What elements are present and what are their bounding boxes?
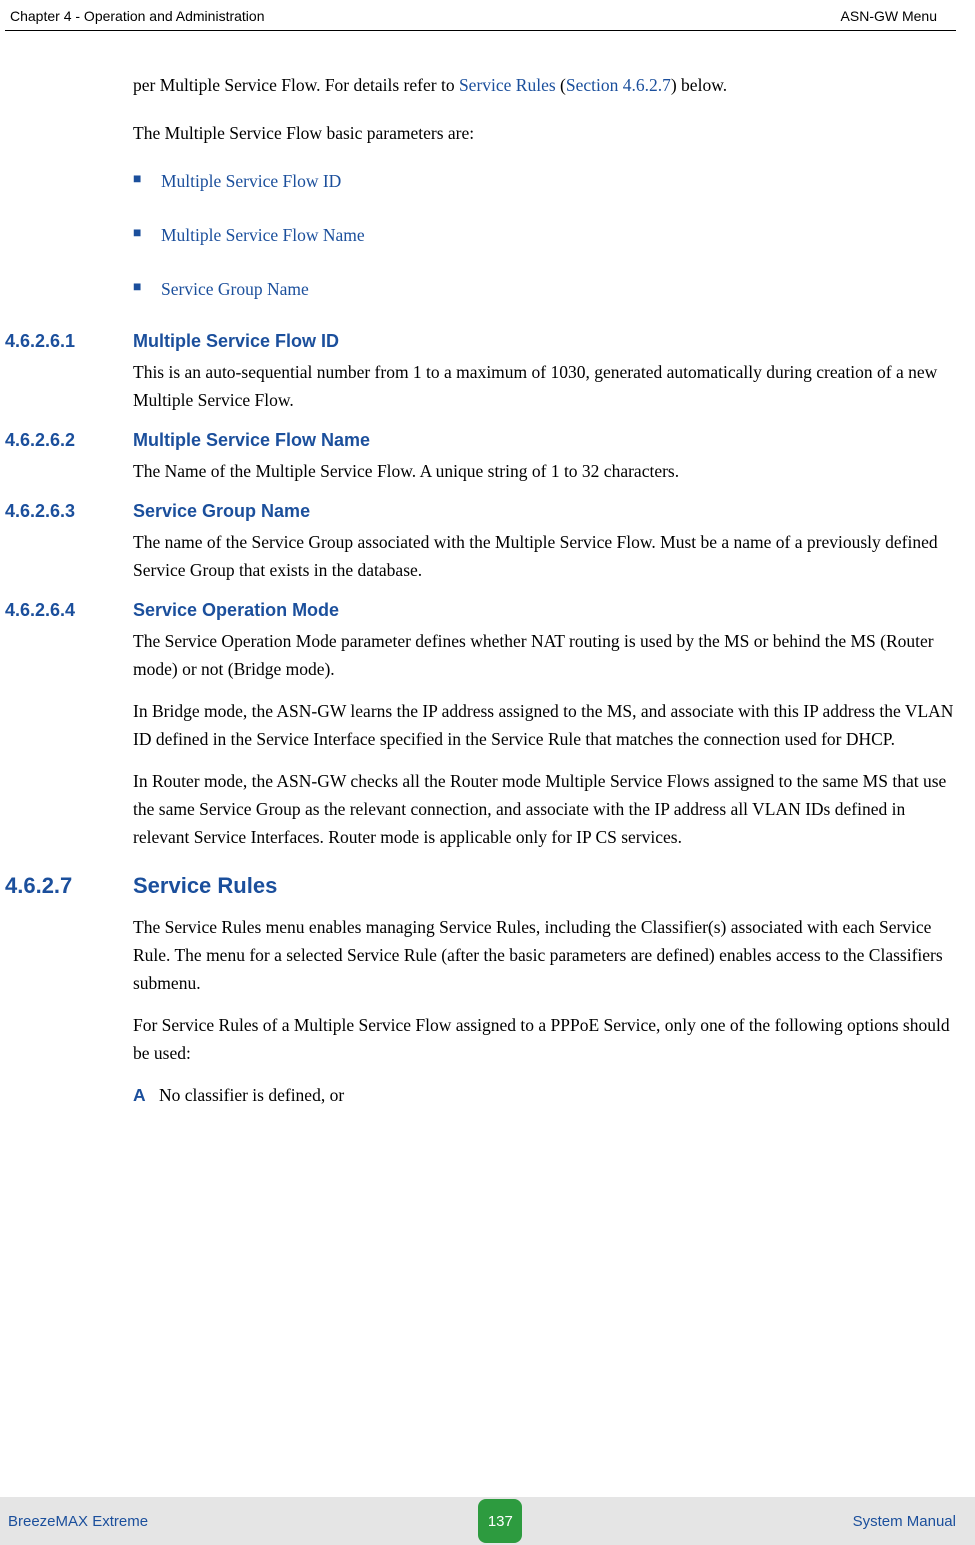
section-text: The name of the Service Group associated… [133,528,956,584]
section-text: For Service Rules of a Multiple Service … [133,1011,956,1067]
section-title: Multiple Service Flow ID [133,331,339,352]
bullet-item: Multiple Service Flow ID [133,167,956,195]
link-service-rules[interactable]: Service Rules [459,75,556,95]
bullet-item: Multiple Service Flow Name [133,221,956,249]
header-left: Chapter 4 - Operation and Administration [10,8,264,24]
section-body: This is an auto-sequential number from 1… [133,358,956,414]
section-number: 4.6.2.6.4 [5,600,133,621]
section-text: The Service Operation Mode parameter def… [133,627,956,683]
section-number: 4.6.2.6.2 [5,430,133,451]
section-title: Multiple Service Flow Name [133,430,370,451]
section-header: 4.6.2.6.3 Service Group Name [5,501,956,522]
page-number-badge: 137 [478,1499,522,1543]
section-4-6-2-6-2: 4.6.2.6.2 Multiple Service Flow Name The… [5,430,956,485]
section-text: The Service Rules menu enables managing … [133,913,956,997]
link-section-ref[interactable]: Section 4.6.2.7 [566,75,671,95]
section-text: In Router mode, the ASN-GW checks all th… [133,767,956,851]
section-header: 4.6.2.6.2 Multiple Service Flow Name [5,430,956,451]
intro-paragraph-2: The Multiple Service Flow basic paramete… [133,119,956,147]
section-title: Service Operation Mode [133,600,339,621]
section-body: The Name of the Multiple Service Flow. A… [133,457,956,485]
intro-text-mid: ( [556,75,566,95]
intro-text: per Multiple Service Flow. For details r… [133,75,459,95]
section-title: Service Group Name [133,501,310,522]
section-text: The Name of the Multiple Service Flow. A… [133,457,956,485]
section-4-6-2-7: 4.6.2.7 Service Rules The Service Rules … [5,873,956,1109]
section-4-6-2-6-1: 4.6.2.6.1 Multiple Service Flow ID This … [5,331,956,414]
intro-text-suffix: ) below. [671,75,727,95]
bullet-item: Service Group Name [133,275,956,303]
section-number: 4.6.2.6.1 [5,331,133,352]
header-right: ASN-GW Menu [841,8,937,24]
footer-left: BreezeMAX Extreme [8,1513,148,1530]
section-body: The Service Operation Mode parameter def… [133,627,956,851]
ordered-letter: A [133,1081,159,1109]
section-header: 4.6.2.6.4 Service Operation Mode [5,600,956,621]
section-number: 4.6.2.6.3 [5,501,133,522]
page-content: per Multiple Service Flow. For details r… [0,31,975,1109]
section-number: 4.6.2.7 [5,873,133,899]
page-header: Chapter 4 - Operation and Administration… [5,0,956,31]
ordered-text: No classifier is defined, or [159,1081,344,1109]
footer-right: System Manual [853,1513,956,1530]
section-text: In Bridge mode, the ASN-GW learns the IP… [133,697,956,753]
section-body: The Service Rules menu enables managing … [133,913,956,1067]
ordered-item-a: A No classifier is defined, or [133,1081,956,1109]
page-footer: BreezeMAX Extreme 137 System Manual [0,1497,975,1545]
section-title: Service Rules [133,873,277,899]
section-text: This is an auto-sequential number from 1… [133,358,956,414]
section-header: 4.6.2.7 Service Rules [5,873,956,899]
section-body: The name of the Service Group associated… [133,528,956,584]
bullet-list: Multiple Service Flow ID Multiple Servic… [133,167,956,303]
section-4-6-2-6-4: 4.6.2.6.4 Service Operation Mode The Ser… [5,600,956,851]
section-header: 4.6.2.6.1 Multiple Service Flow ID [5,331,956,352]
intro-paragraph-1: per Multiple Service Flow. For details r… [133,71,956,99]
section-4-6-2-6-3: 4.6.2.6.3 Service Group Name The name of… [5,501,956,584]
